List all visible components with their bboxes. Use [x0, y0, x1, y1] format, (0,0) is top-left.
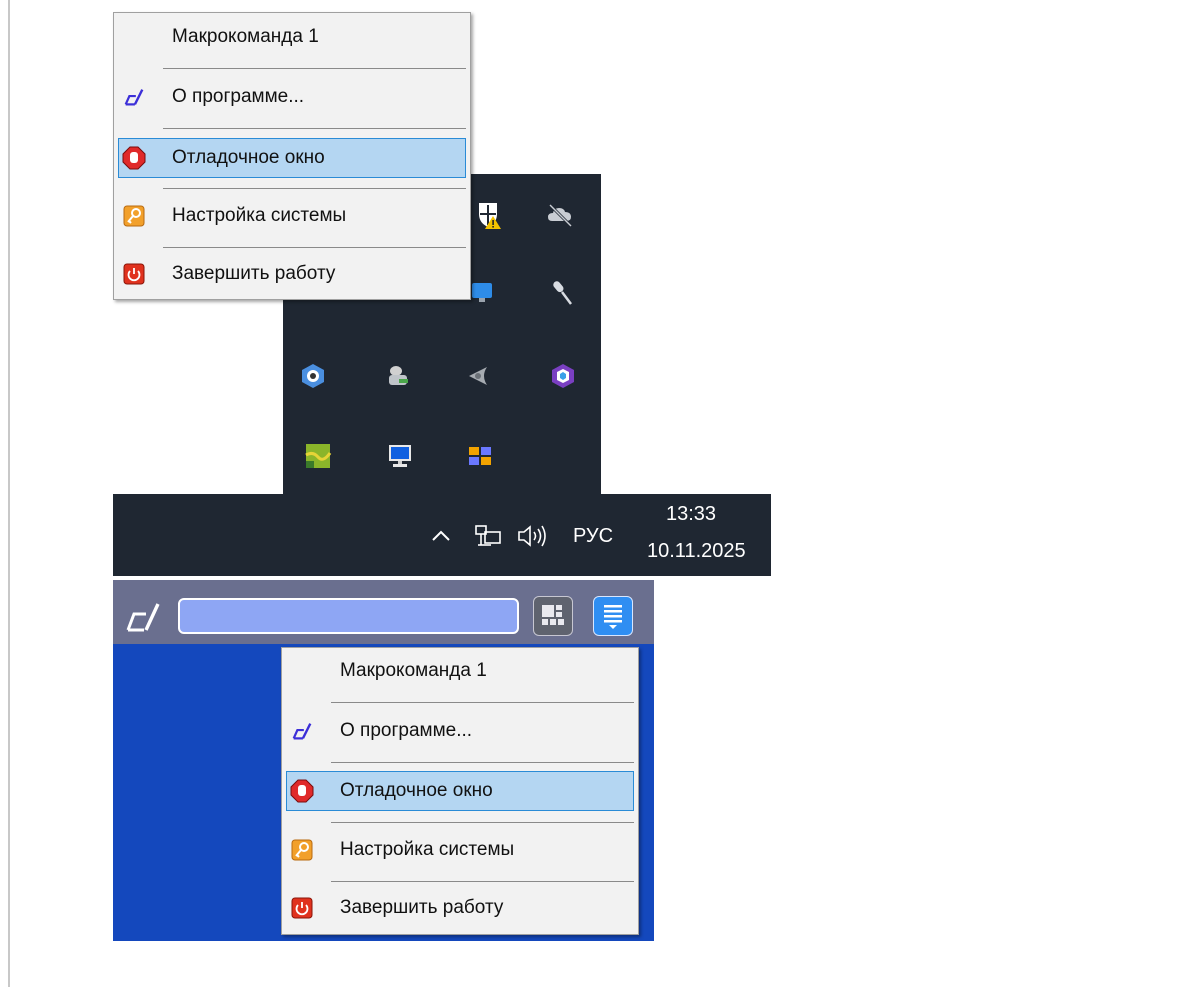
app-context-menu: Макрокоманда 1 О программе... Отладочное…: [281, 647, 639, 935]
power-icon: [290, 896, 314, 920]
menu-item-label: Настройка системы: [340, 839, 515, 860]
menu-separator: [331, 762, 634, 763]
stop-icon: [290, 779, 314, 803]
main-menu-button[interactable]: [593, 596, 633, 636]
menu-item-label: Макрокоманда 1: [172, 26, 319, 47]
menu-separator: [331, 702, 634, 703]
tray-context-menu: Макрокоманда 1 О программе... Отладочное…: [113, 12, 471, 300]
menu-item-system-settings[interactable]: Настройка системы: [286, 830, 634, 870]
cube-app-icon[interactable]: [548, 361, 578, 391]
taskbar: РУС 13:33 10.11.2025: [113, 494, 771, 576]
menu-item-system-settings[interactable]: Настройка системы: [118, 196, 466, 236]
webcam-icon[interactable]: [298, 361, 328, 391]
speaker-icon[interactable]: [515, 522, 549, 550]
chevron-up-icon[interactable]: [427, 522, 455, 550]
microphone-icon[interactable]: [547, 278, 577, 308]
key-icon: [122, 204, 146, 228]
menu-item-label: Завершить работу: [172, 263, 336, 284]
app-logo-icon: [290, 719, 314, 743]
clock-date[interactable]: 10.11.2025: [647, 540, 746, 563]
menu-item-label: О программе...: [340, 720, 473, 741]
menu-separator: [331, 822, 634, 823]
language-indicator[interactable]: РУС: [573, 525, 613, 548]
menu-item-label: Макрокоманда 1: [340, 660, 487, 681]
page-left-rule: [8, 0, 10, 987]
menu-item-macro[interactable]: Макрокоманда 1: [118, 17, 466, 57]
menu-list-icon: [604, 605, 622, 629]
cloud-offline-icon[interactable]: [545, 200, 575, 230]
stop-icon: [122, 146, 146, 170]
layout-grid-button[interactable]: [533, 596, 573, 636]
menu-separator: [163, 188, 466, 189]
menu-separator: [163, 68, 466, 69]
menu-item-about[interactable]: О программе...: [118, 77, 466, 117]
menu-item-shutdown[interactable]: Завершить работу: [286, 888, 634, 928]
menu-item-label: Настройка системы: [172, 205, 347, 226]
menu-item-label: Отладочное окно: [172, 147, 325, 168]
menu-item-about[interactable]: О программе...: [286, 711, 634, 751]
tiles-app-icon[interactable]: [465, 441, 495, 471]
power-icon: [122, 262, 146, 286]
menu-item-shutdown[interactable]: Завершить работу: [118, 254, 466, 294]
key-icon: [290, 838, 314, 862]
menu-item-label: Завершить работу: [340, 897, 504, 918]
display-app-icon[interactable]: [467, 278, 497, 308]
menu-item-label: Отладочное окно: [340, 780, 493, 801]
app-search-field[interactable]: [178, 598, 519, 634]
menu-item-label: О программе...: [172, 86, 305, 107]
menu-separator: [331, 881, 634, 882]
menu-separator: [163, 128, 466, 129]
menu-item-macro[interactable]: Макрокоманда 1: [286, 651, 634, 691]
grey-shell-icon[interactable]: [463, 361, 493, 391]
map-app-icon[interactable]: [303, 441, 333, 471]
app-logo-icon: [122, 85, 146, 109]
menu-separator: [163, 247, 466, 248]
menu-item-debug-window[interactable]: Отладочное окно: [286, 771, 634, 811]
clock-time[interactable]: 13:33: [666, 503, 716, 526]
service-tools-icon[interactable]: [383, 361, 413, 391]
monitor-icon[interactable]: [385, 441, 415, 471]
menu-item-debug-window[interactable]: Отладочное окно: [118, 138, 466, 178]
network-icon[interactable]: [473, 522, 503, 550]
app-logo-icon[interactable]: [120, 598, 166, 636]
security-shield-warning-icon[interactable]: [473, 200, 503, 230]
grid-icon: [542, 605, 564, 625]
